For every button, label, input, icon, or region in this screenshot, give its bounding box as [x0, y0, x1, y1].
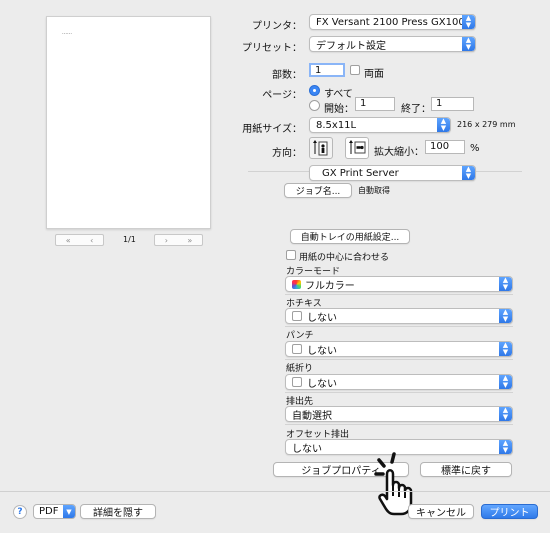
popup-arrows-icon: ▲ ▼ — [462, 15, 475, 29]
output-destination-select[interactable]: 自動選択 ▲ ▼ — [285, 406, 513, 422]
pages-label: ページ： — [262, 90, 302, 101]
pdf-label: PDF — [39, 506, 59, 517]
divider — [285, 326, 513, 327]
hide-details-button[interactable]: 詳細を隠す — [80, 504, 156, 519]
footer-divider — [0, 491, 550, 492]
preview-pager-forward[interactable]: › » — [154, 234, 203, 246]
popup-arrows-icon: ▲ ▼ — [499, 375, 512, 389]
copies-label: 部数： — [272, 70, 302, 81]
paper-size-value: 8.5x11L — [316, 119, 357, 131]
divider — [285, 359, 513, 360]
punch-label: パンチ — [286, 331, 314, 341]
popup-arrows-icon: ▲ ▼ — [499, 407, 512, 421]
scale-percent: % — [470, 143, 480, 154]
divider — [285, 424, 513, 425]
section-value: GX Print Server — [322, 167, 399, 179]
punch-select[interactable]: しない ▲ ▼ — [285, 341, 513, 357]
restore-defaults-button[interactable]: 標準に戻す — [420, 462, 512, 477]
checkbox-icon — [292, 311, 302, 321]
portrait-orientation-button[interactable] — [309, 137, 333, 159]
preview-content-mark: …… — [62, 30, 72, 36]
popup-arrows-icon: ▲ ▼ — [462, 166, 475, 180]
pages-to-field[interactable]: 1 — [431, 97, 474, 111]
first-page-icon[interactable]: « — [66, 236, 71, 245]
cancel-button[interactable]: キャンセル — [408, 504, 474, 519]
presets-value: デフォルト設定 — [316, 40, 386, 52]
divider — [285, 294, 513, 295]
paper-size-label: 用紙サイズ： — [242, 124, 302, 135]
pages-all-label: すべて — [324, 89, 353, 100]
section-select[interactable]: GX Print Server ▲ ▼ — [309, 165, 476, 181]
job-name-button[interactable]: ジョブ名... — [284, 183, 352, 198]
staple-select[interactable]: しない ▲ ▼ — [285, 308, 513, 324]
fold-value: しない — [307, 378, 337, 390]
pages-range-radio[interactable] — [309, 100, 320, 111]
popup-arrows-icon: ▲ ▼ — [499, 440, 512, 454]
checkbox-icon — [292, 377, 302, 387]
presets-select[interactable]: デフォルト設定 ▲ ▼ — [309, 36, 476, 52]
checkbox-icon — [292, 344, 302, 354]
landscape-orientation-button[interactable] — [345, 137, 369, 159]
pages-from-label: 開始： — [324, 104, 354, 115]
offset-output-value: しない — [292, 443, 322, 455]
paper-size-dimensions: 216 x 279 mm — [457, 120, 516, 129]
center-on-paper-label: 用紙の中心に合わせる — [299, 253, 390, 263]
orientation-label: 方向： — [272, 148, 302, 159]
color-wheel-icon — [292, 279, 301, 289]
center-on-paper-checkbox[interactable] — [286, 250, 296, 260]
popup-arrows-icon: ▲ ▼ — [499, 309, 512, 323]
divider — [285, 392, 513, 393]
job-name-status: 自動取得 — [358, 186, 390, 195]
fold-select[interactable]: しない ▲ ▼ — [285, 374, 513, 390]
print-preview-page: …… — [46, 16, 211, 229]
next-page-icon[interactable]: › — [165, 236, 168, 245]
printer-label: プリンタ： — [252, 21, 302, 32]
copies-field[interactable]: 1 — [309, 63, 345, 77]
scale-label: 拡大縮小： — [374, 147, 424, 158]
fold-label: 紙折り — [286, 364, 314, 374]
popup-arrows-icon: ▲ ▼ — [437, 118, 450, 132]
scale-field[interactable]: 100 — [425, 140, 465, 154]
pages-to-label: 終了： — [401, 104, 431, 115]
color-mode-select[interactable]: フルカラー ▲ ▼ — [285, 276, 513, 292]
auto-tray-settings-button[interactable]: 自動トレイの用紙設定... — [290, 229, 410, 244]
presets-label: プリセット： — [242, 43, 302, 54]
portrait-person-icon — [313, 140, 328, 156]
popup-arrows-icon: ▲ ▼ — [462, 37, 475, 51]
print-button[interactable]: プリント — [481, 504, 538, 519]
paper-size-select[interactable]: 8.5x11L ▲ ▼ — [309, 117, 451, 133]
help-button[interactable]: ? — [13, 505, 27, 519]
color-mode-value: フルカラー — [305, 280, 355, 292]
pages-all-radio[interactable] — [309, 85, 320, 96]
duplex-label: 両面 — [364, 69, 384, 80]
printer-select[interactable]: FX Versant 2100 Press GX1000 ▲ ▼ — [309, 14, 476, 30]
pages-from-field[interactable]: 1 — [355, 97, 395, 111]
printer-value: FX Versant 2100 Press GX1000 — [316, 16, 472, 28]
prev-page-icon[interactable]: ‹ — [90, 236, 93, 245]
popup-arrows-icon: ▲ ▼ — [499, 342, 512, 356]
preview-pager-back[interactable]: « ‹ — [55, 234, 104, 246]
last-page-icon[interactable]: » — [187, 236, 192, 245]
chevron-down-icon: ▼ — [63, 505, 75, 518]
pdf-menu-button[interactable]: PDF ▼ — [33, 504, 76, 519]
duplex-checkbox[interactable] — [350, 65, 360, 75]
output-destination-value: 自動選択 — [292, 410, 332, 422]
staple-value: しない — [307, 312, 337, 324]
preview-page-indicator: 1/1 — [123, 235, 136, 244]
landscape-person-icon — [349, 140, 366, 154]
punch-value: しない — [307, 345, 337, 357]
popup-arrows-icon: ▲ ▼ — [499, 277, 512, 291]
